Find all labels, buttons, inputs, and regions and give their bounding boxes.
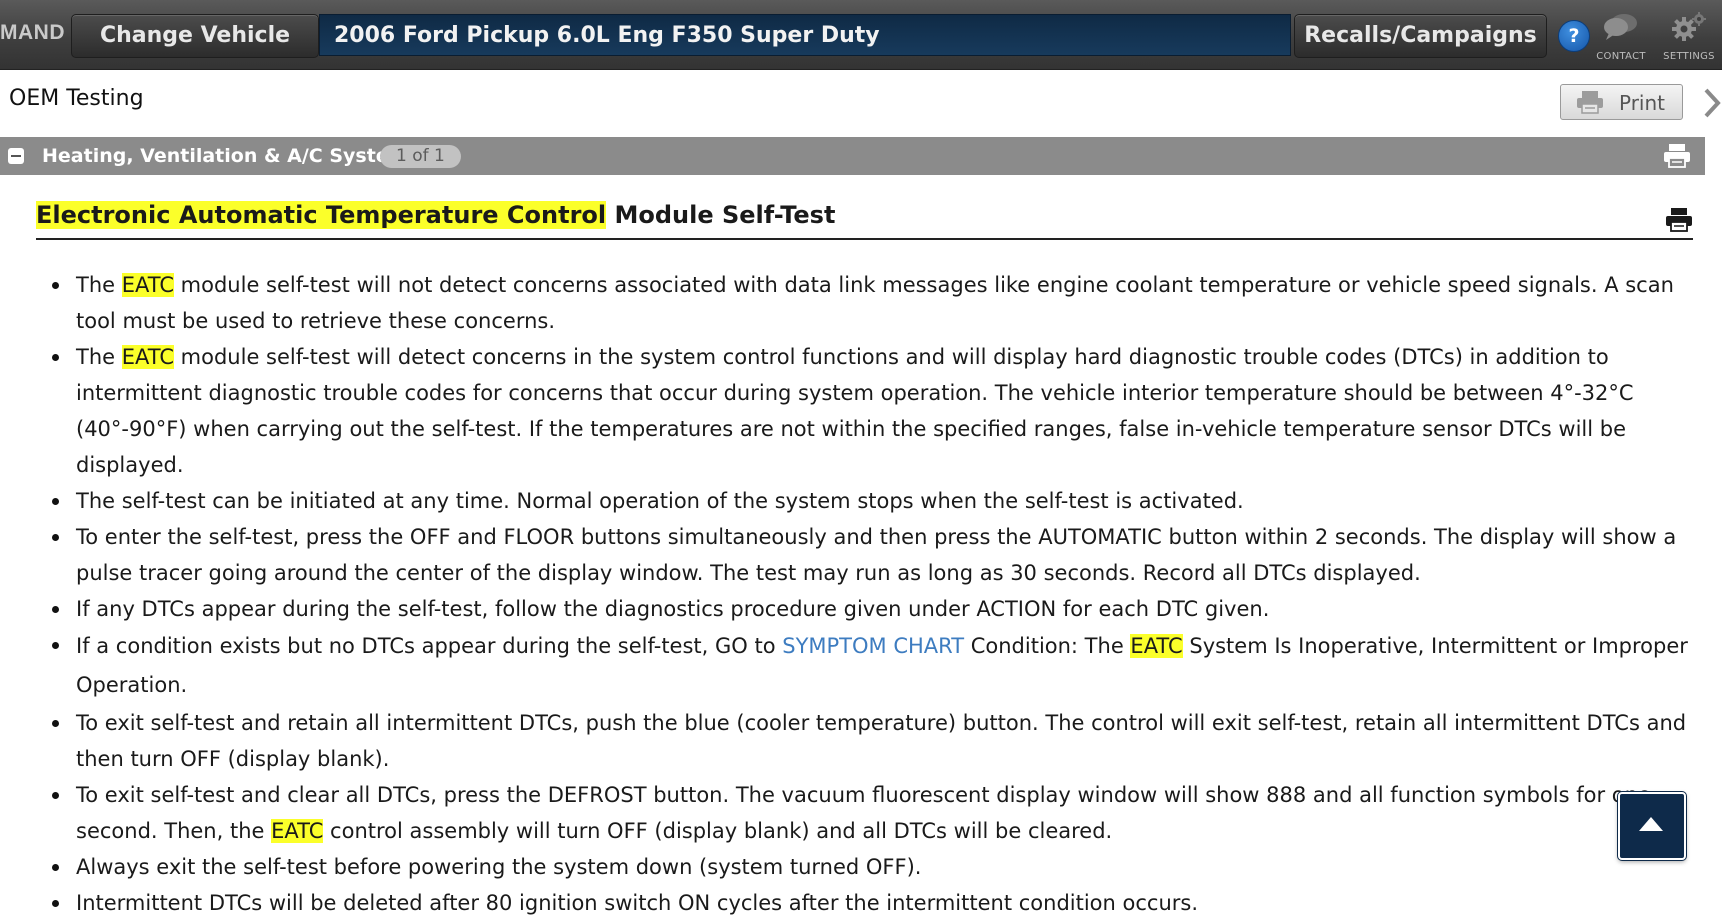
list-item: To exit self-test and clear all DTCs, pr… xyxy=(38,777,1698,849)
contact-label: CONTACT xyxy=(1596,51,1646,62)
list-item: If any DTCs appear during the self-test,… xyxy=(38,591,1698,627)
eatc-highlight: EATC xyxy=(271,819,324,843)
collapse-section-icon[interactable] xyxy=(8,148,24,164)
chevron-right-icon[interactable] xyxy=(1702,86,1722,120)
section-header-bar: Heating, Ventilation & A/C System 1 of 1 xyxy=(0,137,1705,175)
eatc-highlight: EATC xyxy=(1130,634,1183,658)
document-title: Electronic Automatic Temperature Control… xyxy=(36,201,835,229)
symptom-chart-link[interactable]: SYMPTOM CHART xyxy=(782,634,964,658)
printer-icon[interactable] xyxy=(1662,143,1692,169)
page-title: OEM Testing xyxy=(9,86,144,111)
gears-icon xyxy=(1672,12,1706,41)
list-item: Always exit the self-test before powerin… xyxy=(38,849,1698,885)
list-item: The EATC module self-test will detect co… xyxy=(38,339,1698,483)
list-item: To enter the self-test, press the OFF an… xyxy=(38,519,1698,591)
printer-icon[interactable] xyxy=(1664,207,1694,233)
help-icon[interactable]: ? xyxy=(1558,20,1590,52)
recalls-campaigns-button[interactable]: Recalls/Campaigns xyxy=(1294,14,1547,58)
print-label: Print xyxy=(1619,91,1666,115)
eatc-highlight: EATC xyxy=(121,345,174,369)
list-item: The EATC module self-test will not detec… xyxy=(38,267,1698,339)
title-highlight: Electronic Automatic Temperature Control xyxy=(36,201,607,229)
list-item: If a condition exists but no DTCs appear… xyxy=(38,627,1698,705)
title-rest: Module Self-Test xyxy=(606,201,836,229)
section-title: Heating, Ventilation & A/C System xyxy=(42,145,409,167)
print-button[interactable]: Print xyxy=(1560,84,1683,120)
settings-label: SETTINGS xyxy=(1663,51,1715,62)
brand-label: MAND xyxy=(0,21,65,44)
title-divider xyxy=(36,238,1693,240)
self-test-instructions-list: The EATC module self-test will not detec… xyxy=(38,267,1698,921)
top-navigation-bar: MAND Change Vehicle 2006 Ford Pickup 6.0… xyxy=(0,0,1722,70)
chat-bubbles-icon xyxy=(1604,14,1637,40)
list-item: Intermittent DTCs will be deleted after … xyxy=(38,885,1698,921)
arrow-up-icon xyxy=(1639,817,1663,831)
eatc-highlight: EATC xyxy=(121,273,174,297)
settings-button[interactable]: SETTINGS xyxy=(1658,10,1720,62)
section-count-badge: 1 of 1 xyxy=(380,145,461,168)
printer-icon xyxy=(1577,91,1603,114)
list-item: To exit self-test and retain all intermi… xyxy=(38,705,1698,777)
change-vehicle-button[interactable]: Change Vehicle xyxy=(71,14,319,58)
scroll-to-top-button[interactable] xyxy=(1618,792,1686,860)
contact-button[interactable]: CONTACT xyxy=(1590,10,1652,62)
vehicle-name-field[interactable]: 2006 Ford Pickup 6.0L Eng F350 Super Dut… xyxy=(319,14,1291,56)
list-item: The self-test can be initiated at any ti… xyxy=(38,483,1698,519)
